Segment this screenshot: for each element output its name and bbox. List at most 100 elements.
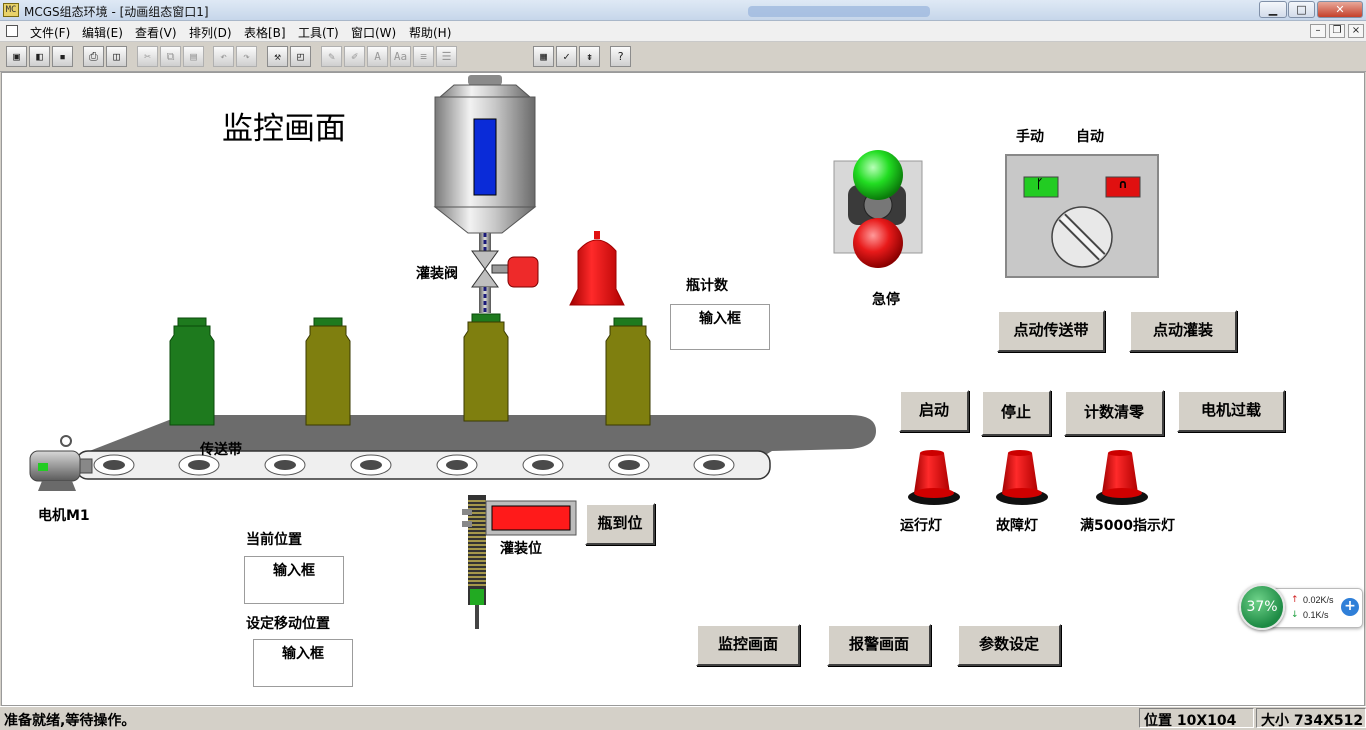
manual-label: 手动 [1016, 129, 1044, 145]
bottle-3 [463, 313, 509, 422]
mdi-close-button[interactable]: × [1348, 24, 1364, 38]
window-title: MCGS组态环境 - [动画组态窗口1] [24, 5, 209, 19]
menu-file[interactable]: 文件(F) [30, 24, 70, 41]
filling-valve[interactable] [471, 233, 539, 313]
menu-window[interactable]: 窗口(W) [351, 24, 396, 41]
current-position-label: 当前位置 [246, 532, 302, 548]
motor-m1[interactable] [29, 435, 93, 491]
list-icon[interactable]: ⇟ [579, 46, 600, 67]
design-canvas[interactable]: 监控画面 ᚴ ∩ 灌装阀 瓶计数 传送带 电机M1 当前位置 设定移动位置 灌装… [1, 72, 1365, 706]
status-message: 准备就绪,等待操作。 [4, 713, 136, 729]
conveyor-belt[interactable] [75, 450, 771, 480]
save-icon[interactable]: ▪ [52, 46, 73, 67]
jog-fill-button[interactable]: 点动灌装 [1129, 310, 1237, 352]
full-lamp-label: 满5000指示灯 [1080, 518, 1175, 534]
emergency-stop-button[interactable] [833, 150, 923, 268]
menu-bar: 文件(F) 编辑(E) 查看(V) 排列(D) 表格[B] 工具(T) 窗口(W… [0, 21, 1366, 42]
auto-indicator-glyph: ∩ [1118, 177, 1128, 191]
bottle-4 [605, 317, 651, 426]
menu-tools[interactable]: 工具(T) [298, 24, 339, 41]
set-position-input[interactable]: 输入框 [253, 639, 353, 687]
bottle-in-place-button[interactable]: 瓶到位 [585, 503, 655, 545]
conveyor-label: 传送带 [200, 442, 242, 458]
status-size: 大小 734X512 [1256, 708, 1366, 729]
mdi-restore-button[interactable]: ❐ [1329, 24, 1345, 38]
reset-count-button[interactable]: 计数清零 [1064, 390, 1164, 436]
motor-label: 电机M1 [38, 508, 90, 524]
check-icon[interactable]: ✓ [556, 46, 577, 67]
edit-a-icon[interactable]: ✎ [321, 46, 342, 67]
bottle-2 [305, 317, 351, 426]
download-arrow-icon: ↓ [1291, 610, 1299, 620]
run-lamp [908, 450, 960, 505]
object-icon[interactable]: ◧ [29, 46, 50, 67]
window-icon[interactable]: ▣ [6, 46, 27, 67]
monitor-screen-button[interactable]: 监控画面 [696, 624, 800, 666]
fill-position-indicator [485, 500, 577, 536]
bottle-count-label: 瓶计数 [686, 278, 728, 294]
upload-rate: 0.02K/s [1303, 595, 1334, 605]
network-speed-widget[interactable]: ↑ 0.02K/s ↓ 0.1K/s 37% + [1239, 584, 1365, 630]
current-position-input[interactable]: 输入框 [244, 556, 344, 604]
set-position-label: 设定移动位置 [246, 616, 330, 632]
download-rate: 0.1K/s [1303, 610, 1329, 620]
estop-label: 急停 [872, 292, 900, 308]
align-b-icon[interactable]: ☰ [436, 46, 457, 67]
plus-icon[interactable]: + [1341, 598, 1359, 616]
manual-indicator-glyph: ᚴ [1036, 177, 1044, 191]
font-a-icon[interactable]: A [367, 46, 388, 67]
start-button[interactable]: 启动 [899, 390, 969, 432]
status-bar: 准备就绪,等待操作。 位置 10X104 大小 734X512 [0, 706, 1366, 729]
menu-arrange[interactable]: 排列(D) [189, 24, 232, 41]
fault-lamp [996, 450, 1048, 505]
mcgs-app-icon: MC [3, 3, 19, 17]
align-a-icon[interactable]: ≡ [413, 46, 434, 67]
auto-label: 自动 [1076, 129, 1104, 145]
tools-icon[interactable]: ⚒ [267, 46, 288, 67]
font-aa-icon[interactable]: Aa [390, 46, 411, 67]
status-position: 位置 10X104 [1139, 708, 1254, 729]
filling-tank [433, 75, 537, 234]
bottle-1 [169, 317, 215, 426]
valve-label: 灌装阀 [416, 266, 458, 282]
run-lamp-label: 运行灯 [900, 518, 942, 534]
help-icon[interactable]: ? [610, 46, 631, 67]
mode-selector-switch[interactable] [1005, 154, 1159, 278]
menu-help[interactable]: 帮助(H) [409, 24, 451, 41]
full-5000-lamp [1096, 450, 1148, 505]
print-icon[interactable]: ⎙ [83, 46, 104, 67]
tank-level-bar [473, 118, 497, 196]
memory-usage-circle[interactable]: 37% [1239, 584, 1285, 630]
photo-sensor [462, 495, 486, 629]
title-bar: MC MCGS组态环境 - [动画组态窗口1] ▁ □ ✕ [0, 0, 1366, 21]
close-button[interactable]: ✕ [1317, 1, 1363, 18]
menu-edit[interactable]: 编辑(E) [82, 24, 123, 41]
params-button[interactable]: 参数设定 [957, 624, 1061, 666]
undo-icon[interactable]: ↶ [213, 46, 234, 67]
properties-icon[interactable]: ▦ [533, 46, 554, 67]
redo-icon[interactable]: ↷ [236, 46, 257, 67]
document-icon[interactable] [6, 25, 18, 37]
frame-icon[interactable]: ◰ [290, 46, 311, 67]
jog-conveyor-button[interactable]: 点动传送带 [997, 310, 1105, 352]
upload-arrow-icon: ↑ [1291, 595, 1299, 605]
mdi-minimize-button[interactable]: – [1310, 24, 1326, 38]
toolbar: ▣ ◧ ▪ ⎙ ◫ ✂ ⧉ ▤ ↶ ↷ ⚒ ◰ ✎ ✐ A Aa ≡ ☰ ▦ ✓… [0, 42, 1366, 72]
fill-position-label: 灌装位 [500, 541, 542, 557]
cut-icon[interactable]: ✂ [137, 46, 158, 67]
alarm-screen-button[interactable]: 报警画面 [827, 624, 931, 666]
maximize-button[interactable]: □ [1288, 1, 1315, 18]
filling-alarm-bell [569, 231, 625, 306]
menu-table[interactable]: 表格[B] [244, 24, 286, 41]
fault-lamp-label: 故障灯 [996, 518, 1038, 534]
bottle-count-input[interactable]: 输入框 [670, 304, 770, 350]
minimize-button[interactable]: ▁ [1259, 1, 1287, 18]
paste-icon[interactable]: ▤ [183, 46, 204, 67]
menu-view[interactable]: 查看(V) [135, 24, 177, 41]
edit-b-icon[interactable]: ✐ [344, 46, 365, 67]
stop-button[interactable]: 停止 [981, 390, 1051, 436]
preview-icon[interactable]: ◫ [106, 46, 127, 67]
title-highlight [748, 6, 930, 17]
motor-overload-button[interactable]: 电机过载 [1177, 390, 1285, 432]
copy-icon[interactable]: ⧉ [160, 46, 181, 67]
